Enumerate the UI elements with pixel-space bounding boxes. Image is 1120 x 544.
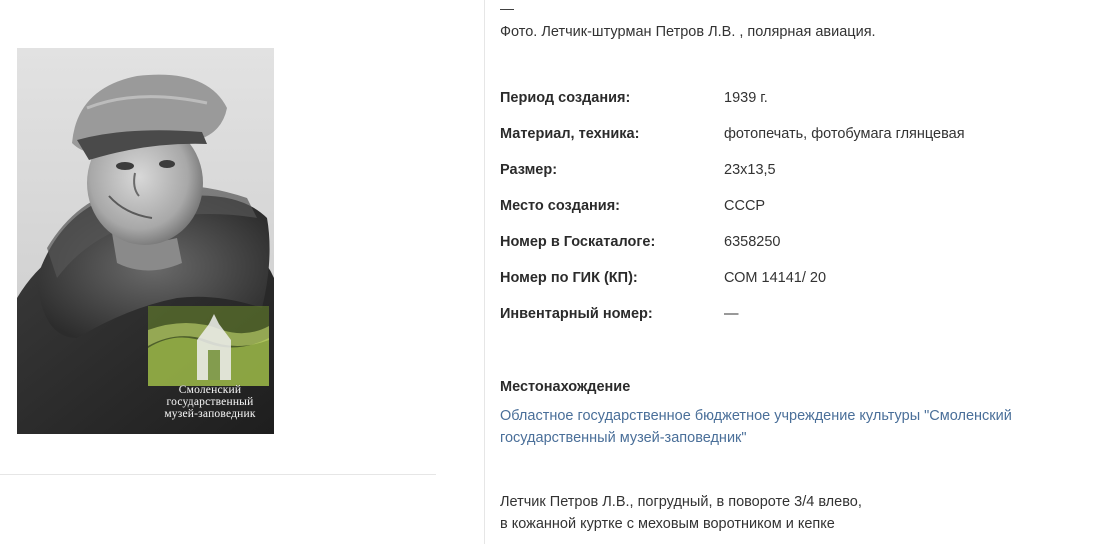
property-label: Инвентарный номер: (500, 306, 653, 322)
property-label: Место создания: (500, 198, 620, 214)
property-label: Материал, техника: (500, 126, 640, 142)
property-value: СОМ 14141/ 20 (724, 270, 827, 286)
property-row: Номер по ГИК (КП): СОМ 14141/ 20 (500, 269, 1120, 305)
watermark-line: государственный (166, 396, 254, 408)
column-divider (484, 0, 485, 544)
caption-dash: — (500, 0, 514, 16)
property-row: Материал, техника: фотопечать, фотобумаг… (500, 125, 1120, 161)
property-value: 1939 г. (724, 90, 768, 106)
property-label: Номер по ГИК (КП): (500, 270, 638, 286)
museum-link[interactable]: Областное государственное бюджетное учре… (500, 405, 1115, 449)
watermark-line: музей-заповедник (164, 408, 256, 420)
property-label: Период создания: (500, 90, 631, 106)
property-value: 23х13,5 (724, 162, 776, 178)
description-line: в кожанной куртке с меховым воротником и… (500, 516, 835, 532)
property-value: фотопечать, фотобумага глянцевая (724, 126, 965, 142)
item-caption: Фото. Летчик-штурман Петров Л.В. , поляр… (500, 24, 876, 40)
museum-photo[interactable] (17, 48, 274, 434)
item-description: Летчик Петров Л.В., погрудный, в поворот… (500, 491, 1100, 535)
property-value: — (724, 306, 739, 322)
property-label: Размер: (500, 162, 558, 178)
portrait-photo-graphic (17, 48, 274, 434)
property-value: 6358250 (724, 234, 781, 250)
property-value: СССР (724, 198, 766, 214)
properties-list: Период создания: 1939 г. Материал, техни… (500, 89, 1120, 341)
description-line: Летчик Петров Л.В., погрудный, в поворот… (500, 494, 862, 510)
details-panel: — Фото. Летчик-штурман Петров Л.В. , пол… (500, 0, 1120, 544)
property-row: Место создания: СССР (500, 197, 1120, 233)
museum-watermark: Смоленский государственный музей-заповед… (150, 384, 270, 420)
image-panel: Смоленский государственный музей-заповед… (0, 0, 484, 544)
watermark-line: Смоленский (178, 384, 242, 396)
property-row: Размер: 23х13,5 (500, 161, 1120, 197)
property-label: Номер в Госкаталоге: (500, 234, 656, 250)
horizontal-divider (0, 474, 436, 475)
property-row: Период создания: 1939 г. (500, 89, 1120, 125)
property-row: Инвентарный номер: — (500, 305, 1120, 341)
property-row: Номер в Госкаталоге: 6358250 (500, 233, 1120, 269)
location-heading: Местонахождение (500, 379, 631, 395)
